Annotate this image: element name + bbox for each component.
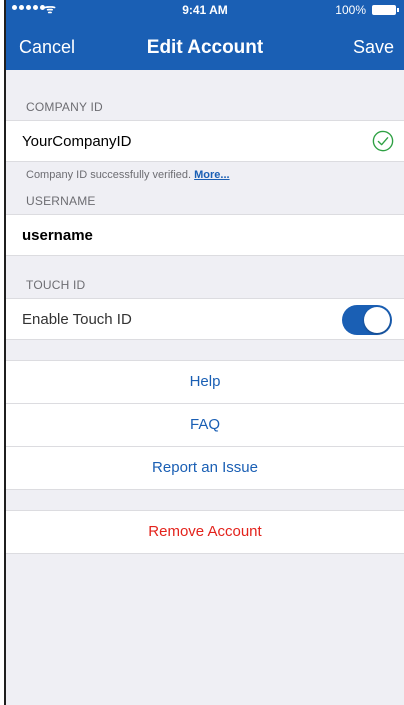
touch-id-header: TOUCH ID	[26, 278, 86, 292]
help-link[interactable]: Help	[6, 361, 404, 404]
app-screen: ᯤ 9:41 AM 100% Cancel Edit Account Save …	[4, 0, 404, 705]
company-id-value: YourCompanyID	[22, 133, 132, 150]
company-id-verified-note: Company ID successfully verified. More..…	[6, 162, 404, 186]
save-button[interactable]: Save	[353, 37, 394, 58]
remove-account-button[interactable]: Remove Account	[6, 510, 404, 554]
faq-link[interactable]: FAQ	[6, 404, 404, 447]
checkmark-circle-icon	[372, 130, 394, 152]
username-field[interactable]: username	[6, 214, 404, 256]
more-link[interactable]: More...	[194, 169, 229, 181]
touch-id-label: Enable Touch ID	[22, 311, 132, 328]
battery-percentage: 100%	[335, 3, 366, 17]
page-title: Edit Account	[146, 37, 264, 58]
navigation-bar: Cancel Edit Account Save	[6, 20, 404, 70]
touch-id-toggle[interactable]	[342, 305, 392, 335]
touch-id-row: Enable Touch ID	[6, 298, 404, 340]
username-value: username	[22, 227, 93, 244]
report-issue-link[interactable]: Report an Issue	[6, 447, 404, 489]
company-id-field[interactable]: YourCompanyID	[6, 120, 404, 162]
battery-icon	[372, 5, 399, 15]
support-links-group: Help FAQ Report an Issue	[6, 360, 404, 490]
toggle-knob	[364, 307, 390, 333]
status-bar: ᯤ 9:41 AM 100%	[6, 0, 404, 20]
username-header: USERNAME	[26, 194, 96, 208]
verified-message: Company ID successfully verified.	[26, 169, 192, 181]
company-id-header: COMPANY ID	[26, 100, 103, 114]
